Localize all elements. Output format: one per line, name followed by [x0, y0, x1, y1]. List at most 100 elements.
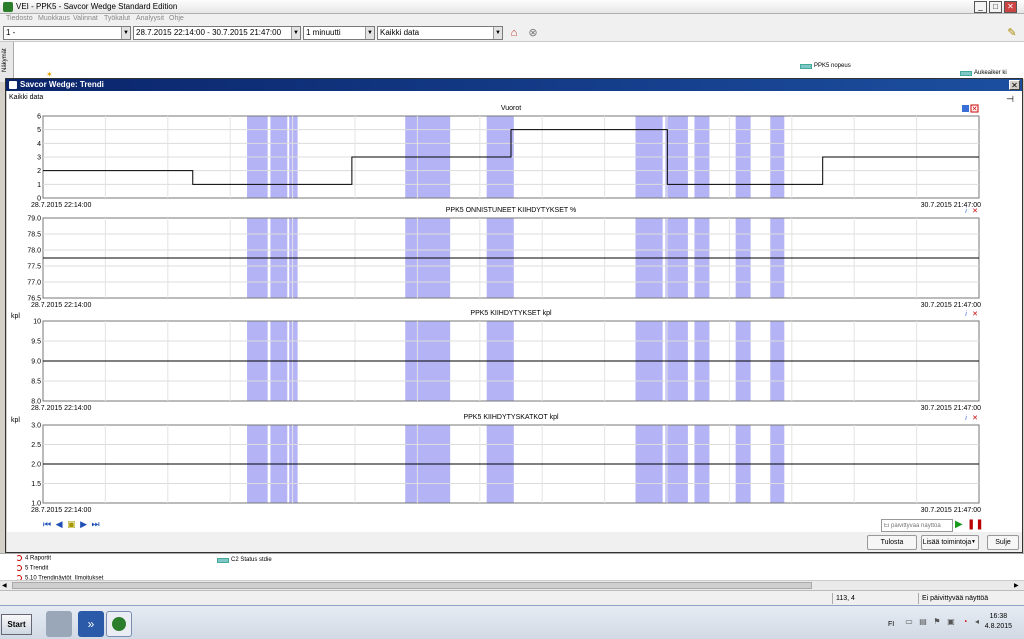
y-tick-label: 77.5 [27, 264, 41, 271]
trend-window-titlebar: Savcor Wedge: Trendi [6, 79, 1022, 91]
prev-icon[interactable]: ◀ [56, 519, 64, 529]
y-tick-label: 4 [37, 141, 41, 148]
scroll-thumb[interactable] [12, 582, 812, 589]
display-icon[interactable]: ▣ [946, 617, 956, 627]
wrench-icon[interactable]: ✎ [1005, 26, 1019, 40]
time-range-selector[interactable]: 28.7.2015 22:14:00 - 30.7.2015 21:47:00 … [133, 26, 301, 40]
chevron-down-icon: ▼ [121, 27, 130, 39]
trend-window: Savcor Wedge: Trendi ✕ 6 5 4 3 2 1 0 Vuorot 28.7… [5, 78, 1023, 553]
x-start-label: 28.7.2015 22:14:00 [31, 202, 91, 209]
chevron-down-icon: ▼ [291, 27, 300, 39]
interval-selector[interactable]: 1 minuutti ▼ [303, 26, 375, 40]
chevron-down-icon: ▼ [493, 27, 502, 39]
menu-tools[interactable]: Työkalut [104, 15, 130, 22]
menu-help[interactable]: Ohje [169, 15, 184, 22]
y-tick-label: 8.5 [31, 379, 41, 386]
dataset-value: Kaikki data [380, 28, 420, 37]
maximize-button[interactable]: □ [989, 1, 1002, 13]
app-icon [3, 2, 13, 12]
legend-swatch [800, 64, 812, 69]
clock-date: 4.8.2015 [984, 623, 1012, 630]
home-icon[interactable]: ⌂ [507, 26, 521, 40]
app-logo-icon [112, 617, 126, 631]
chart-title: Vuorot [501, 105, 521, 112]
window-icon [9, 81, 17, 89]
pin-icon[interactable]: ⊣ [1006, 94, 1014, 105]
close-icon: ✕ [972, 208, 978, 215]
clock[interactable]: 16:38 4.8.2015 [985, 612, 1012, 632]
view-selector[interactable]: 1 - ▼ [3, 26, 131, 40]
dataset-selector[interactable]: Kaikki data ▼ [377, 26, 503, 40]
window-titlebar: VEI - PPK5 - Savcor Wedge Standard Editi… [0, 0, 1024, 14]
close-trend-button[interactable]: Sulje [987, 535, 1019, 550]
y-tick-label: 77.0 [27, 280, 41, 287]
next-icon[interactable]: ▶ [80, 519, 88, 529]
scroll-right-icon[interactable]: ▶ [1014, 582, 1019, 589]
side-tab[interactable]: Näkymät [0, 42, 14, 82]
shield-icon[interactable]: ◔ [960, 617, 970, 627]
y-tick-label: 6 [37, 114, 41, 121]
more-actions-button[interactable]: Lisää toimintoja ▼ [921, 535, 979, 550]
printer-icon[interactable]: ▭ [904, 617, 914, 627]
list-item[interactable]: 4 Raportit [16, 555, 51, 562]
side-tab-label: Näkymät [2, 48, 8, 72]
info-icon: i [965, 208, 967, 215]
report-icon [16, 555, 22, 561]
menu-edit[interactable]: Muokkaus [38, 15, 70, 22]
stop-icon[interactable]: ⊗ [526, 26, 540, 40]
y-tick-label: 9.5 [31, 339, 41, 346]
close-button[interactable]: ✕ [1004, 1, 1017, 13]
menu-file[interactable]: Tiedosto [6, 15, 33, 22]
first-icon[interactable]: ⏮ [43, 519, 52, 529]
stop-icon[interactable]: ❚❚ [967, 519, 984, 530]
legend-label: C2 Status stdie [231, 557, 272, 563]
language-indicator[interactable]: FI [888, 621, 894, 628]
savcor-app-icon[interactable] [106, 611, 132, 637]
time-range-value: 28.7.2015 22:14:00 - 30.7.2015 21:47:00 [136, 28, 282, 37]
trend-window-title: Savcor Wedge: Trendi [20, 80, 104, 89]
menu-options[interactable]: Valinnat [73, 15, 98, 22]
trend-footer: Tulosta Lisää toimintoja ▼ Sulje [7, 532, 1022, 552]
x-start-label: 28.7.2015 22:14:00 [31, 302, 91, 309]
trend-content: 6 5 4 3 2 1 0 Vuorot 28.7.2015 22:14:00 30.7.2015… [7, 91, 1022, 532]
info-icon [962, 105, 969, 112]
start-button[interactable]: Start [1, 614, 32, 635]
pause-icon[interactable]: ▣ [67, 519, 77, 529]
chevron-down-icon: ▼ [971, 539, 976, 545]
y-tick-label: 5 [37, 127, 41, 134]
trend-charts: 6 5 4 3 2 10 Vuorot 28.7.2015 22:14:00 30.7.2015… [11, 104, 981, 514]
more-actions-label: Lisää toimintoja [922, 539, 972, 546]
minimize-button[interactable]: _ [974, 1, 987, 13]
network-icon[interactable]: ▤ [918, 617, 928, 627]
play-icon[interactable]: ▶ [955, 519, 963, 530]
menu-analysis[interactable]: Analyysit [136, 15, 164, 22]
y-axis-label: kpl [11, 313, 20, 320]
update-input[interactable] [881, 519, 953, 532]
scroll-left-icon[interactable]: ◀ [2, 582, 7, 589]
close-icon-glyph: ✕ [972, 106, 978, 113]
y-tick-label: 78.0 [27, 248, 41, 255]
list-item[interactable]: 5 Trendit [16, 565, 48, 572]
menu-bar: Tiedosto Muokkaus Valinnat Työkalut Anal… [0, 14, 1024, 25]
update-status: Ei päivittyvää näyttöä [918, 593, 1022, 604]
print-button[interactable]: Tulosta [867, 535, 917, 550]
legend-label: Aukeaiker ki [974, 70, 1007, 76]
chart-title: PPK5 KIIHDYTYKSET kpl [470, 310, 552, 317]
y-tick-label: 9.0 [31, 359, 41, 366]
y-tick-label: 3 [37, 155, 41, 162]
flag-icon[interactable]: ⚑ [932, 617, 942, 627]
y-tick-label: 3.0 [31, 423, 41, 430]
close-icon: ✕ [972, 415, 978, 422]
trend-close-button[interactable]: ✕ [1009, 80, 1020, 90]
horizontal-scrollbar[interactable]: ◀ ▶ [0, 580, 1024, 590]
y-tick-label: 1 [37, 182, 41, 189]
speaker-icon[interactable]: ◂ [972, 617, 982, 627]
chart-title: PPK5 ONNISTUNEET KIIHDYTYKSET % [446, 207, 576, 214]
last-icon[interactable]: ⏭ [92, 519, 101, 529]
x-start-label: 28.7.2015 22:14:00 [31, 405, 91, 412]
server-manager-icon[interactable] [46, 611, 72, 637]
x-start-label: 28.7.2015 22:14:00 [31, 507, 91, 514]
powershell-icon[interactable]: » [78, 611, 104, 637]
y-tick-label: 1.5 [31, 481, 41, 488]
chart-title: PPK5 KIIHDYTYSKATKOT kpl [463, 414, 558, 421]
